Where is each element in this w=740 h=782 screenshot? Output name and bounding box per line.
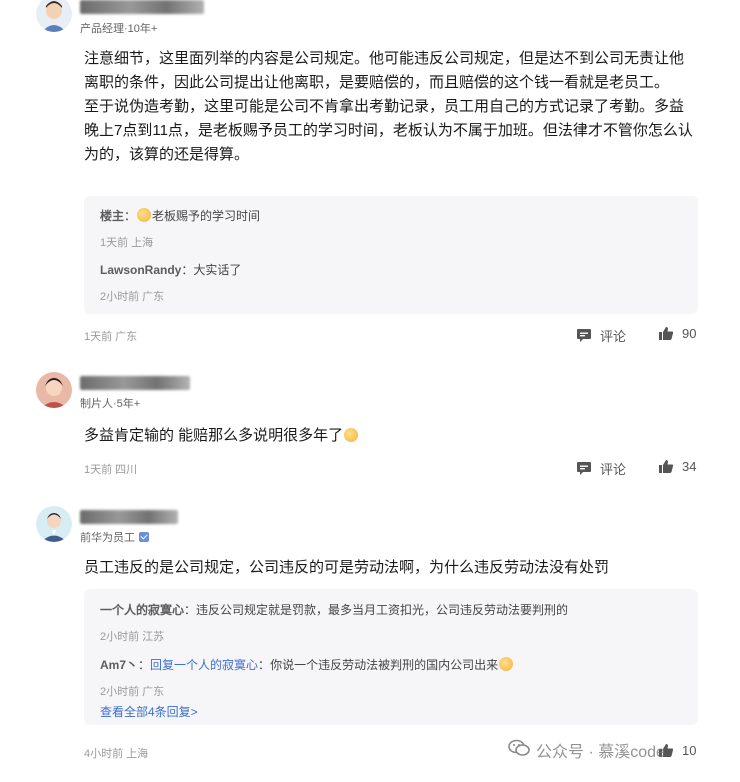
thumbs-up-icon [658,326,674,341]
reply-author[interactable]: LawsonRandy [100,263,181,277]
comment-bubble-icon [576,461,592,476]
author-role: 制片人·5年+ [80,398,141,410]
author-meta: 前华为员工 [80,529,149,545]
thumbs-up-icon [658,459,674,474]
reply-author[interactable]: 一个人的寂寞心 [100,603,184,617]
comment-button[interactable]: 评论 [576,459,626,478]
comment-footer-meta: 4小时前 上海 [84,748,149,760]
comment-bubble-icon [576,328,592,343]
comment-button[interactable]: 评论 [576,326,626,345]
comment-paragraph: 员工违反的是公司规定，公司违反的可是劳动法啊，为什么违反劳动法没有处罚 [84,559,610,576]
like-button[interactable]: 34 [658,459,696,474]
reply-separator: ： [138,658,151,672]
comment-body: 多益肯定输的 能赔那么多说明很多年了 [84,424,696,448]
comment-body: 员工违反的是公司规定，公司违反的可是劳动法啊，为什么违反劳动法没有处罚 [84,556,696,580]
reply-separator: ： [184,603,197,617]
emoji-icon [499,657,514,671]
comment-item: 产品经理·10年+ 注意细节，这里面列举的内容是公司规定。他可能违反公司规定，但… [0,0,740,360]
emoji-icon [137,208,152,222]
reply-author[interactable]: Am7丶 [100,658,138,672]
author-role: 产品经理·10年+ [80,23,158,35]
reply-separator: ： [124,209,137,223]
author-role: 前华为员工 [80,532,135,544]
username-blurred[interactable] [80,0,204,14]
comment-footer-meta: 1天前 四川 [84,464,138,476]
reply-item: LawsonRandy：大实话了 [100,261,241,278]
comment-label: 评论 [600,329,627,344]
reply-text: 你说一个违反劳动法被判刑的国内公司出来 [270,658,499,672]
reply-item: 一个人的寂寞心：违反公司规定就是罚款，最多当月工资扣光，公司违反劳动法要判刑的 [100,601,568,618]
reply-box: 一个人的寂寞心：违反公司规定就是罚款，最多当月工资扣光，公司违反劳动法要判刑的 … [84,589,698,725]
reply-meta: 2小时前 广东 [100,686,165,698]
reply-item: 楼主： 老板赐予的学习时间 [100,207,260,224]
reply-to-link[interactable]: 回复一个人的寂寞心 [150,658,258,672]
author-meta: 制片人·5年+ [80,395,140,411]
comment-paragraph: 多益肯定输的 能赔那么多说明很多年了 [84,424,696,448]
avatar[interactable] [36,0,72,32]
comment-paragraph: 至于说伪造考勤，这里可能是公司不肯拿出考勤记录，员工用自己的方式记录了考勤。多益… [84,98,693,163]
reply-separator: ： [181,263,194,277]
author-meta: 产品经理·10年+ [80,20,157,36]
like-count: 90 [682,326,697,341]
comment-footer-meta: 1天前 广东 [84,331,138,343]
reply-text: 违反公司规定就是罚款，最多当月工资扣光，公司违反劳动法要判刑的 [196,603,569,617]
view-all-replies-link[interactable]: 查看全部4条回复> [100,703,198,720]
reply-author[interactable]: 楼主 [100,209,124,223]
reply-meta: 2小时前 江苏 [100,631,165,643]
verified-badge-icon [139,532,149,542]
comment-text: 多益肯定输的 能赔那么多说明很多年了 [84,427,344,444]
like-count: 10 [682,743,697,758]
like-count: 34 [682,459,697,474]
watermark-text: 公众号 · 慕溪code [536,744,665,761]
comment-label: 评论 [600,462,627,477]
reply-separator: ： [258,658,271,672]
username-blurred[interactable] [80,376,190,390]
reply-text: 老板赐予的学习时间 [152,209,261,223]
like-button[interactable]: 90 [658,326,696,341]
avatar[interactable] [36,506,72,542]
reply-item: Am7丶：回复一个人的寂寞心：你说一个违反劳动法被判刑的国内公司出来 [100,656,514,673]
comment-item: 制片人·5年+ 多益肯定输的 能赔那么多说明很多年了 1天前 四川 评论 34 [0,368,740,488]
avatar[interactable] [36,372,72,408]
reply-text: 大实话了 [193,263,242,277]
reply-box: 楼主： 老板赐予的学习时间 1天前 上海 LawsonRandy：大实话了 2小时… [84,196,698,314]
reply-meta: 1天前 上海 [100,237,154,249]
wechat-icon [508,739,530,762]
emoji-icon [344,428,359,442]
reply-meta: 2小时前 广东 [100,291,165,303]
comment-body: 注意细节，这里面列举的内容是公司规定。他可能违反公司规定，但是达不到公司无责让他… [84,47,696,167]
username-blurred[interactable] [80,510,178,524]
watermark: 公众号 · 慕溪code [508,738,665,762]
comment-paragraph: 注意细节，这里面列举的内容是公司规定。他可能违反公司规定，但是达不到公司无责让他… [84,50,685,91]
